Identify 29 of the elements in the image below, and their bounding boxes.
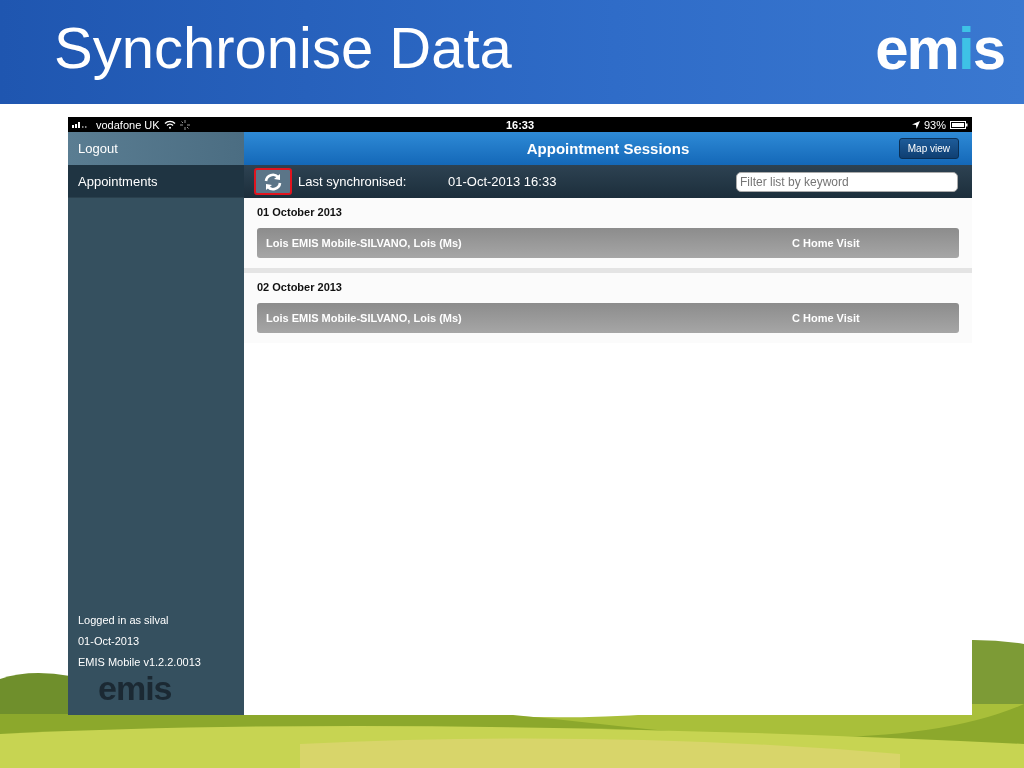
session-date: 01 October 2013 bbox=[257, 206, 343, 218]
patient-name: Lois EMIS Mobile-SILVANO, Lois (Ms) bbox=[266, 237, 463, 249]
slide-title: Synchronise Data bbox=[54, 13, 512, 81]
battery-percent: 93% bbox=[923, 118, 946, 131]
sync-button[interactable] bbox=[254, 168, 292, 195]
location-arrow-icon bbox=[911, 120, 920, 129]
footer-text: EMIS Mobile v1.2.2.0013 bbox=[78, 656, 202, 668]
logout-button[interactable]: Logout bbox=[68, 132, 244, 165]
sidebar-item[interactable]: Appointments bbox=[68, 165, 244, 198]
filter-field[interactable]: Filter list by keyword bbox=[736, 171, 958, 192]
screen-title: Appointment Sessions bbox=[526, 140, 690, 157]
appointment-type: C Home Visit bbox=[792, 237, 860, 249]
refresh-icon bbox=[263, 172, 283, 191]
footer-text: 01-Oct-2013 bbox=[78, 635, 141, 647]
footer-text: Logged in as silval bbox=[78, 614, 170, 626]
appointment-row[interactable]: Lois EMIS Mobile-SILVANO, Lois (Ms) C Home Visit bbox=[257, 228, 959, 258]
emis-logo: emis bbox=[875, 13, 1004, 83]
wifi-icon bbox=[163, 120, 176, 129]
appointment-type: C Home Visit bbox=[792, 312, 860, 324]
battery-icon bbox=[950, 120, 968, 129]
clock-time: 16:33 bbox=[505, 118, 535, 131]
spinner-icon bbox=[179, 119, 190, 130]
carrier-name: vodafone UK bbox=[96, 118, 160, 131]
sync-time: 01-Oct-2013 16:33 bbox=[448, 174, 557, 189]
patient-name: Lois EMIS Mobile-SILVANO, Lois (Ms) bbox=[266, 312, 463, 324]
sync-label: Last synchronised: bbox=[298, 174, 408, 189]
session-date: 02 October 2013 bbox=[257, 281, 343, 293]
appointment-row[interactable]: Lois EMIS Mobile-SILVANO, Lois (Ms) C Home Visit bbox=[257, 303, 959, 333]
map-view-button[interactable]: Map view bbox=[898, 138, 959, 159]
